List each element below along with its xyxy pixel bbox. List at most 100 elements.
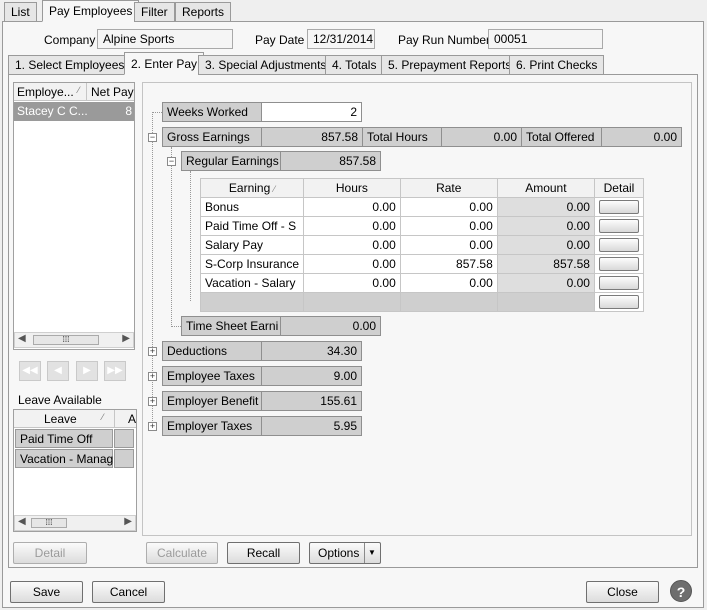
regular-earnings-value: 857.58 [280, 151, 381, 171]
table-row[interactable]: Vacation - Salary 0.00 0.00 0.00 [199, 273, 645, 293]
tab-select-employees[interactable]: 1. Select Employees [8, 55, 132, 75]
cancel-button[interactable]: Cancel [92, 581, 165, 603]
rate-cell[interactable]: 0.00 [399, 216, 498, 236]
earning-name: Vacation - Salary [199, 273, 305, 293]
last-record-icon[interactable]: ▶▶ [104, 361, 126, 381]
expand-icon[interactable]: + [148, 397, 157, 406]
help-icon[interactable]: ? [670, 580, 692, 602]
detail-header: Detail [593, 178, 645, 198]
rate-cell[interactable]: 0.00 [399, 273, 498, 293]
row-detail-button[interactable] [598, 276, 639, 290]
save-button[interactable]: Save [10, 581, 83, 603]
expand-icon[interactable]: + [148, 372, 157, 381]
leave-row[interactable]: Paid Time Off [15, 429, 113, 448]
amount-cell: 0.00 [496, 235, 595, 255]
tab-pay-employees[interactable]: Pay Employees [42, 0, 140, 22]
hours-cell[interactable]: 0.00 [303, 254, 401, 274]
rate-cell[interactable]: 0.00 [399, 235, 498, 255]
detail-button[interactable]: Detail [13, 542, 87, 564]
tab-totals[interactable]: 4. Totals [325, 55, 384, 75]
employer-benefit-value: 155.61 [261, 391, 362, 411]
regular-earnings-label: Regular Earnings [181, 151, 281, 171]
net-pay-column-header[interactable]: Net Pay [91, 85, 134, 99]
expand-icon[interactable]: + [148, 422, 157, 431]
employee-list-scrollbar[interactable]: ◀ ⁞⁞⁞ ▶ [14, 332, 134, 348]
pay-date-field: 12/31/2014 [307, 29, 375, 49]
first-record-icon[interactable]: ◀◀ [19, 361, 41, 381]
table-row[interactable]: Bonus 0.00 0.00 0.00 [199, 197, 645, 217]
leave-row[interactable]: Vacation - Manag [15, 449, 113, 468]
detail-cell[interactable] [593, 216, 645, 236]
earning-header[interactable]: Earning ⁄ [199, 178, 305, 198]
sort-icon: ⁄ [78, 85, 80, 95]
time-sheet-label: Time Sheet Earni [181, 316, 281, 336]
deductions-label: Deductions [162, 341, 262, 361]
row-detail-button[interactable] [598, 257, 639, 271]
leave-column2-header[interactable]: A [128, 412, 136, 426]
tab-enter-pay[interactable]: 2. Enter Pay [124, 52, 205, 75]
row-detail-button[interactable] [598, 238, 639, 252]
employee-column-header[interactable]: Employe... [17, 85, 74, 99]
previous-record-icon[interactable]: ◀ [47, 361, 69, 381]
leave-name: Paid Time Off [20, 432, 93, 446]
total-hours-value: 0.00 [441, 127, 522, 147]
recall-button[interactable]: Recall [227, 542, 300, 564]
amount-header[interactable]: Amount [496, 178, 595, 198]
detail-cell[interactable] [593, 273, 645, 293]
table-row[interactable]: Paid Time Off - S 0.00 0.00 0.00 [199, 216, 645, 236]
hours-cell[interactable]: 0.00 [303, 216, 401, 236]
rate-header[interactable]: Rate [399, 178, 498, 198]
leave-available-title: Leave Available [18, 393, 102, 407]
weeks-worked-label: Weeks Worked [162, 102, 262, 122]
row-detail-button[interactable] [598, 200, 639, 214]
company-field: Alpine Sports [97, 29, 233, 49]
hours-cell[interactable]: 0.00 [303, 273, 401, 293]
expand-icon[interactable]: + [148, 347, 157, 356]
next-record-icon[interactable]: ▶ [76, 361, 98, 381]
table-row[interactable]: Salary Pay 0.00 0.00 0.00 [199, 235, 645, 255]
hours-header[interactable]: Hours [303, 178, 401, 198]
totals-row [199, 292, 645, 312]
detail-cell[interactable] [593, 254, 645, 274]
tab-reports[interactable]: Reports [175, 2, 232, 22]
earning-name: Paid Time Off - S [199, 216, 305, 236]
employer-taxes-value: 5.95 [261, 416, 362, 436]
pay-run-field: 00051 [488, 29, 603, 49]
tab-prepayment-reports[interactable]: 5. Prepayment Reports [381, 55, 519, 75]
tab-special-adjustments[interactable]: 3. Special Adjustments [198, 55, 334, 75]
total-offered-value: 0.00 [601, 127, 682, 147]
weeks-worked-input[interactable]: 2 [261, 102, 362, 122]
hours-cell[interactable]: 0.00 [303, 197, 401, 217]
employee-row[interactable]: Stacey C C... 8 [14, 102, 134, 121]
row-detail-button[interactable] [598, 219, 639, 233]
rate-cell[interactable]: 0.00 [399, 197, 498, 217]
options-label: Options [318, 546, 360, 560]
table-row[interactable]: S-Corp Insurance 0.00 857.58 857.58 [199, 254, 645, 274]
total-offered-label: Total Offered [521, 127, 602, 147]
calculate-button[interactable]: Calculate [146, 542, 218, 564]
amount-cell: 0.00 [496, 216, 595, 236]
collapse-icon[interactable]: − [167, 157, 176, 166]
close-button[interactable]: Close [586, 581, 659, 603]
tab-print-checks[interactable]: 6. Print Checks [509, 55, 605, 75]
collapse-icon[interactable]: − [148, 133, 157, 142]
earning-name: Salary Pay [199, 235, 305, 255]
employee-list: Employe... ⁄ Net Pay Stacey C C... 8 ◀ ⁞… [13, 82, 135, 350]
chevron-down-icon: ▼ [368, 548, 376, 557]
amount-cell: 857.58 [496, 254, 595, 274]
detail-cell[interactable] [593, 197, 645, 217]
company-label: Company [44, 33, 96, 47]
tab-filter[interactable]: Filter [134, 2, 175, 22]
pay-date-label: Pay Date [255, 33, 305, 47]
detail-cell[interactable] [593, 235, 645, 255]
leave-column-header[interactable]: Leave [44, 412, 77, 426]
leave-list-scrollbar[interactable]: ◀ ⁞⁞⁞ ▶ [14, 515, 136, 531]
total-detail-button[interactable] [598, 295, 639, 309]
hours-cell[interactable]: 0.00 [303, 235, 401, 255]
deductions-value: 34.30 [261, 341, 362, 361]
rate-cell[interactable]: 857.58 [399, 254, 498, 274]
earning-name: S-Corp Insurance [199, 254, 305, 274]
options-button[interactable]: Options ▼ [309, 542, 381, 564]
gross-earnings-value: 857.58 [261, 127, 363, 147]
tab-list[interactable]: List [4, 2, 37, 22]
